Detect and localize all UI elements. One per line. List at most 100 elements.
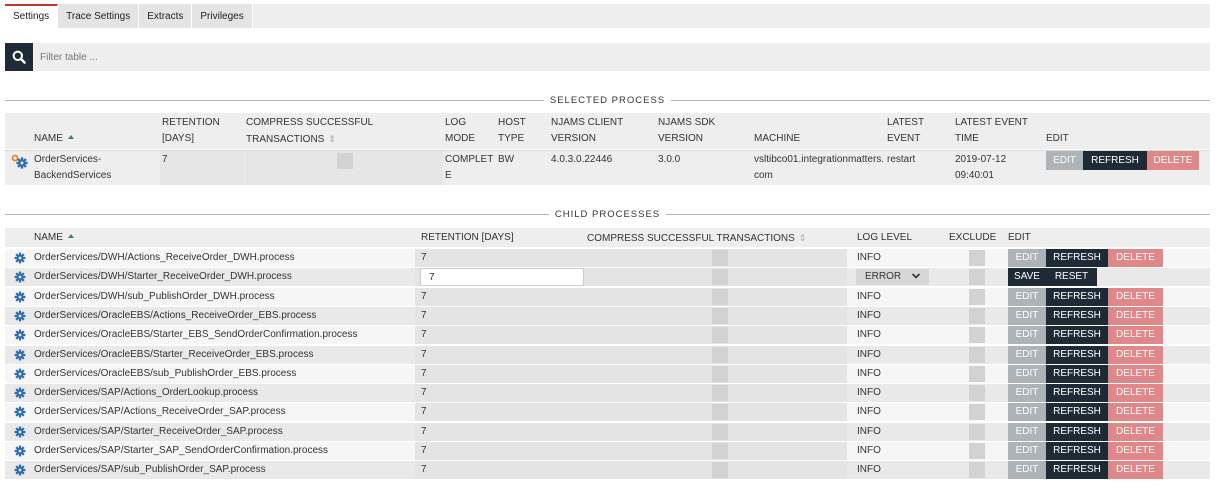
selected-process-row: OrderServices- BackendServices 7 COMPLET…: [5, 150, 1210, 185]
refresh-button[interactable]: REFRESH: [1083, 151, 1147, 170]
delete-button[interactable]: DELETE: [1108, 461, 1163, 479]
compress-checkbox[interactable]: [712, 347, 728, 363]
delete-button[interactable]: DELETE: [1108, 384, 1163, 402]
compress-checkbox[interactable]: [712, 327, 728, 343]
reset-button[interactable]: RESET: [1046, 268, 1097, 286]
delete-button[interactable]: DELETE: [1108, 365, 1163, 383]
child-process-retention: 7: [421, 349, 427, 360]
exclude-checkbox[interactable]: [969, 308, 985, 324]
compress-checkbox[interactable]: [712, 462, 728, 478]
compress-checkbox[interactable]: [712, 385, 728, 401]
child-header-compress[interactable]: COMPRESS SUCCESSFUL TRANSACTIONS ⇕: [587, 230, 806, 247]
search-icon: [12, 50, 26, 64]
compress-checkbox[interactable]: [712, 443, 728, 459]
process-settings-icon: [14, 252, 26, 264]
edit-button[interactable]: EDIT: [1008, 326, 1046, 344]
exclude-checkbox[interactable]: [969, 462, 985, 478]
header-latest-event-time-line1: LATEST EVENT: [955, 117, 1028, 128]
child-process-retention: 7: [421, 445, 427, 456]
exclude-checkbox[interactable]: [969, 404, 985, 420]
tab-settings[interactable]: Settings: [5, 4, 59, 28]
tab-privileges[interactable]: Privileges: [192, 4, 253, 28]
log-level-select[interactable]: ERROR: [856, 269, 929, 285]
edit-button[interactable]: EDIT: [1008, 442, 1046, 460]
edit-button[interactable]: EDIT: [1008, 288, 1046, 306]
edit-button[interactable]: EDIT: [1008, 461, 1046, 479]
header-host-type: HOST TYPE: [498, 115, 526, 147]
child-processes-header: NAME RETENTION [DAYS] COMPRESS SUCCESSFU…: [5, 228, 1210, 247]
delete-button[interactable]: DELETE: [1108, 307, 1163, 325]
compress-checkbox[interactable]: [712, 250, 728, 266]
delete-button[interactable]: DELETE: [1108, 403, 1163, 421]
child-header-name[interactable]: NAME: [34, 230, 74, 246]
table-row: OrderServices/SAP/sub_PublishOrder_SAP.p…: [5, 460, 1210, 479]
exclude-checkbox[interactable]: [969, 269, 985, 285]
refresh-button[interactable]: REFRESH: [1046, 442, 1108, 460]
child-process-retention: 7: [421, 464, 427, 475]
retention-input[interactable]: [420, 268, 584, 286]
refresh-button[interactable]: REFRESH: [1046, 307, 1108, 325]
edit-button[interactable]: EDIT: [1008, 307, 1046, 325]
filter-input[interactable]: [33, 43, 1210, 71]
refresh-button[interactable]: REFRESH: [1046, 423, 1108, 441]
exclude-checkbox[interactable]: [969, 250, 985, 266]
edit-button[interactable]: EDIT: [1008, 365, 1046, 383]
child-header-compress-label: COMPRESS SUCCESSFUL TRANSACTIONS: [587, 233, 795, 244]
delete-button[interactable]: DELETE: [1108, 326, 1163, 344]
selected-process-header: NAME RETENTION [DAYS] COMPRESS SUCCESSFU…: [5, 113, 1210, 149]
edit-button[interactable]: EDIT: [1008, 384, 1046, 402]
delete-button[interactable]: DELETE: [1108, 288, 1163, 306]
tab-extracts[interactable]: Extracts: [139, 4, 193, 28]
exclude-checkbox[interactable]: [969, 289, 985, 305]
child-process-retention: 7: [421, 329, 427, 340]
child-header-edit: EDIT: [1008, 232, 1031, 243]
refresh-button[interactable]: REFRESH: [1046, 346, 1108, 364]
exclude-checkbox[interactable]: [969, 443, 985, 459]
table-row: OrderServices/SAP/Starter_ReceiveOrder_S…: [5, 422, 1210, 441]
header-compress-line2: TRANSACTIONS: [246, 134, 325, 145]
search-button[interactable]: [5, 43, 33, 71]
edit-button[interactable]: EDIT: [1008, 423, 1046, 441]
header-log-mode: LOG MODE: [445, 115, 475, 147]
exclude-checkbox[interactable]: [969, 385, 985, 401]
exclude-checkbox[interactable]: [969, 424, 985, 440]
compress-checkbox[interactable]: [712, 424, 728, 440]
delete-button[interactable]: DELETE: [1108, 423, 1163, 441]
child-process-retention: 7: [421, 252, 427, 263]
header-name[interactable]: NAME: [34, 131, 74, 147]
header-compress[interactable]: COMPRESS SUCCESSFUL TRANSACTIONS ⇕: [246, 115, 373, 148]
compress-checkbox[interactable]: [712, 269, 728, 285]
compress-checkbox[interactable]: [712, 404, 728, 420]
refresh-button[interactable]: REFRESH: [1046, 365, 1108, 383]
refresh-button[interactable]: REFRESH: [1046, 288, 1108, 306]
compress-checkbox[interactable]: [712, 308, 728, 324]
exclude-checkbox[interactable]: [969, 366, 985, 382]
exclude-checkbox[interactable]: [969, 347, 985, 363]
edit-button[interactable]: EDIT: [1008, 403, 1046, 421]
process-settings-icon: [14, 271, 26, 283]
tab-trace-settings[interactable]: Trace Settings: [58, 4, 140, 28]
process-settings-icon: [11, 154, 28, 169]
delete-button[interactable]: DELETE: [1108, 249, 1163, 267]
compress-checkbox[interactable]: [712, 366, 728, 382]
refresh-button[interactable]: REFRESH: [1046, 461, 1108, 479]
compress-checkbox[interactable]: [337, 153, 353, 169]
header-latest-event-line2: EVENT: [887, 133, 921, 144]
compress-checkbox[interactable]: [712, 289, 728, 305]
refresh-button[interactable]: REFRESH: [1046, 249, 1108, 267]
edit-button[interactable]: EDIT: [1008, 249, 1046, 267]
delete-button[interactable]: DELETE: [1108, 346, 1163, 364]
edit-button[interactable]: EDIT: [1046, 151, 1083, 170]
edit-button[interactable]: EDIT: [1008, 346, 1046, 364]
child-process-retention: 7: [421, 291, 427, 302]
refresh-button[interactable]: REFRESH: [1046, 403, 1108, 421]
delete-button[interactable]: DELETE: [1147, 151, 1199, 170]
child-process-name: OrderServices/SAP/Actions_OrderLookup.pr…: [34, 387, 258, 398]
exclude-checkbox[interactable]: [969, 327, 985, 343]
refresh-button[interactable]: REFRESH: [1046, 384, 1108, 402]
delete-button[interactable]: DELETE: [1108, 442, 1163, 460]
process-settings-icon: [14, 426, 26, 438]
save-button[interactable]: SAVE: [1008, 268, 1046, 286]
refresh-button[interactable]: REFRESH: [1046, 326, 1108, 344]
header-retention: RETENTION [DAYS]: [162, 115, 220, 147]
